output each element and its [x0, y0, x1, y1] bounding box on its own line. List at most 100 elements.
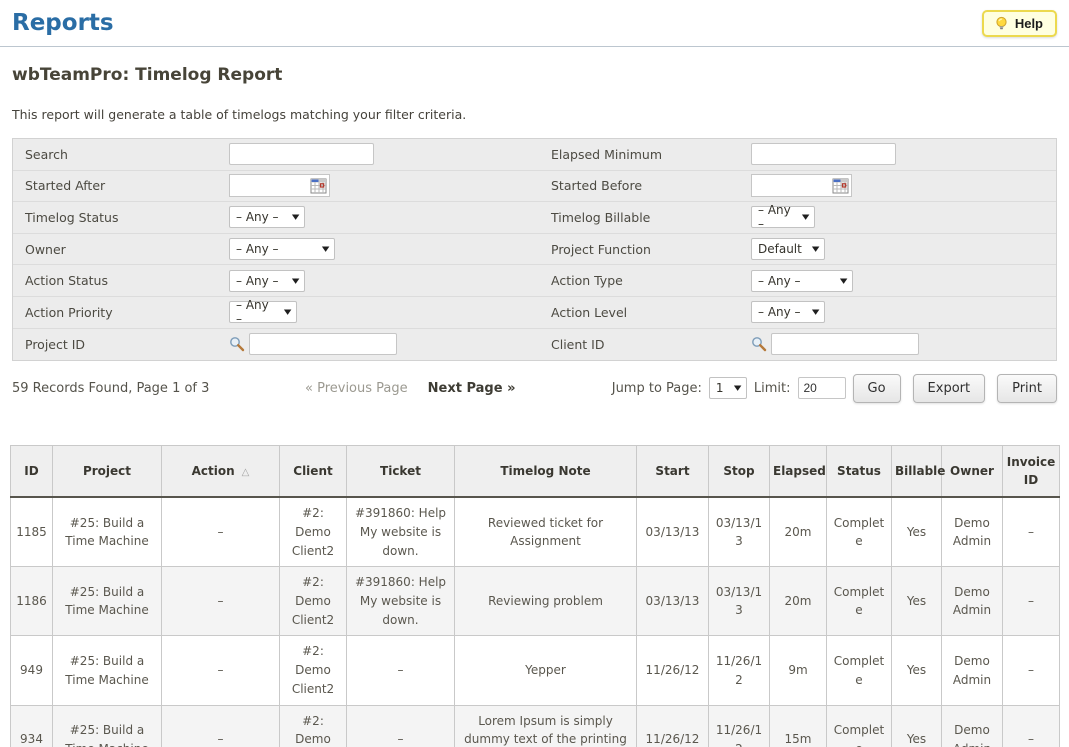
filter-label-action-priority: Action Priority — [13, 305, 229, 320]
next-page-link[interactable]: Next Page » — [428, 381, 516, 396]
filter-label-timelog-billable: Timelog Billable — [541, 210, 751, 225]
started-before-input[interactable] — [758, 176, 832, 195]
filter-row: Action Priority – Any – ▼ Action Level –… — [13, 297, 1056, 329]
column-header-start[interactable]: Start — [637, 446, 709, 498]
timelog-billable-select[interactable]: – Any – ▼ — [751, 206, 815, 228]
cell-id: 1185 — [11, 497, 53, 567]
owner-select[interactable]: – Any – ▼ — [229, 238, 335, 260]
go-button[interactable]: Go — [853, 374, 901, 403]
cell-timelog-note: Reviewing problem — [455, 567, 637, 636]
column-header-elapsed[interactable]: Elapsed — [770, 446, 827, 498]
cell-id: 934 — [11, 705, 53, 747]
column-header-client[interactable]: Client — [280, 446, 347, 498]
magnifying-glass-icon[interactable] — [229, 336, 245, 352]
table-row: 1185#25: Build a Time Machine–#2: Demo C… — [11, 497, 1060, 567]
jump-to-page-select[interactable]: 1 ▼ — [709, 377, 747, 399]
project-function-select[interactable]: Default ▼ — [751, 238, 825, 260]
cell-elapsed: 20m — [770, 567, 827, 636]
column-header-billable[interactable]: Billable — [892, 446, 942, 498]
cell-start: 03/13/13 — [637, 567, 709, 636]
cell-id: 949 — [11, 636, 53, 705]
action-priority-select[interactable]: – Any – ▼ — [229, 301, 297, 323]
filter-label-started-before: Started Before — [541, 178, 751, 193]
filter-label-search: Search — [13, 147, 229, 162]
timelog-status-select[interactable]: – Any – ▼ — [229, 206, 305, 228]
selected-value: – Any – — [236, 274, 279, 288]
column-header-label: Start — [655, 464, 689, 478]
magnifying-glass-icon[interactable] — [751, 336, 767, 352]
column-header-label: Timelog Note — [500, 464, 590, 478]
cell-elapsed: 15m — [770, 705, 827, 747]
column-header-invoice-id[interactable]: Invoice ID — [1003, 446, 1060, 498]
chevron-down-icon: ▼ — [733, 384, 741, 392]
cell-elapsed: 20m — [770, 497, 827, 567]
action-level-select[interactable]: – Any – ▼ — [751, 301, 825, 323]
filter-row: Action Status – Any – ▼ Action Type – An… — [13, 265, 1056, 297]
cell-status: Complete — [827, 705, 892, 747]
calendar-icon[interactable] — [310, 178, 327, 194]
column-header-project[interactable]: Project — [53, 446, 162, 498]
selected-value: – Any – — [236, 242, 279, 256]
print-button[interactable]: Print — [997, 374, 1057, 403]
jump-to-page-label: Jump to Page: — [612, 381, 702, 396]
client-id-input[interactable] — [771, 333, 919, 355]
column-header-label: Elapsed — [773, 464, 826, 478]
filter-label-project-function: Project Function — [541, 242, 751, 257]
cell-stop: 11/26/12 — [709, 705, 770, 747]
action-type-select[interactable]: – Any – ▼ — [751, 270, 853, 292]
cell-project: #25: Build a Time Machine — [53, 567, 162, 636]
filter-label-action-type: Action Type — [541, 273, 751, 288]
started-after-input[interactable] — [236, 176, 310, 195]
records-count: 59 Records Found, Page 1 of 3 — [12, 381, 305, 396]
table-row: 934#25: Build a Time Machine–#2: Demo Cl… — [11, 705, 1060, 747]
filter-label-owner: Owner — [13, 242, 229, 257]
cell-ticket: #391860: Help My website is down. — [347, 497, 455, 567]
cell-client: #2: Demo Client2 — [280, 705, 347, 747]
cell-action: – — [162, 636, 280, 705]
cell-action: – — [162, 497, 280, 567]
report-title: wbTeamPro: Timelog Report — [0, 47, 1069, 85]
cell-timelog-note: Reviewed ticket for Assignment — [455, 497, 637, 567]
elapsed-minimum-input[interactable] — [751, 143, 896, 165]
filter-row: Search Elapsed Minimum — [13, 139, 1056, 171]
column-header-owner[interactable]: Owner — [942, 446, 1003, 498]
cell-start: 11/26/12 — [637, 705, 709, 747]
column-header-label: ID — [24, 464, 38, 478]
previous-page-link[interactable]: « Previous Page — [305, 381, 408, 396]
action-status-select[interactable]: – Any – ▼ — [229, 270, 305, 292]
started-before-field[interactable] — [751, 174, 852, 197]
selected-value: – Any – — [758, 203, 795, 231]
column-header-label: Invoice ID — [1007, 455, 1055, 487]
column-header-status[interactable]: Status — [827, 446, 892, 498]
export-button[interactable]: Export — [913, 374, 986, 403]
cell-invoice-id: – — [1003, 636, 1060, 705]
selected-value: – Any – — [758, 305, 801, 319]
cell-project: #25: Build a Time Machine — [53, 705, 162, 747]
filter-label-elapsed-minimum: Elapsed Minimum — [541, 147, 751, 162]
help-button[interactable]: Help — [982, 10, 1057, 37]
cell-ticket: #391860: Help My website is down. — [347, 567, 455, 636]
column-header-label: Status — [837, 464, 881, 478]
column-header-action[interactable]: Action△ — [162, 446, 280, 498]
cell-owner: Demo Admin — [942, 497, 1003, 567]
chevron-down-icon: ▼ — [802, 213, 810, 221]
pagination-bar: 59 Records Found, Page 1 of 3 « Previous… — [12, 371, 1057, 405]
column-header-label: Owner — [950, 464, 994, 478]
cell-action: – — [162, 567, 280, 636]
limit-input[interactable] — [798, 377, 846, 399]
started-after-field[interactable] — [229, 174, 330, 197]
cell-action: – — [162, 705, 280, 747]
cell-client: #2: Demo Client2 — [280, 636, 347, 705]
chevron-down-icon: ▼ — [812, 245, 820, 253]
project-id-input[interactable] — [249, 333, 397, 355]
sort-asc-icon: △ — [242, 467, 250, 478]
filter-label-client-id: Client ID — [541, 337, 751, 352]
calendar-icon[interactable] — [832, 178, 849, 194]
column-header-timelog-note[interactable]: Timelog Note — [455, 446, 637, 498]
column-header-stop[interactable]: Stop — [709, 446, 770, 498]
column-header-ticket[interactable]: Ticket — [347, 446, 455, 498]
filter-row: Project ID Client ID — [13, 329, 1056, 361]
column-header-id[interactable]: ID — [11, 446, 53, 498]
search-input[interactable] — [229, 143, 374, 165]
cell-start: 03/13/13 — [637, 497, 709, 567]
